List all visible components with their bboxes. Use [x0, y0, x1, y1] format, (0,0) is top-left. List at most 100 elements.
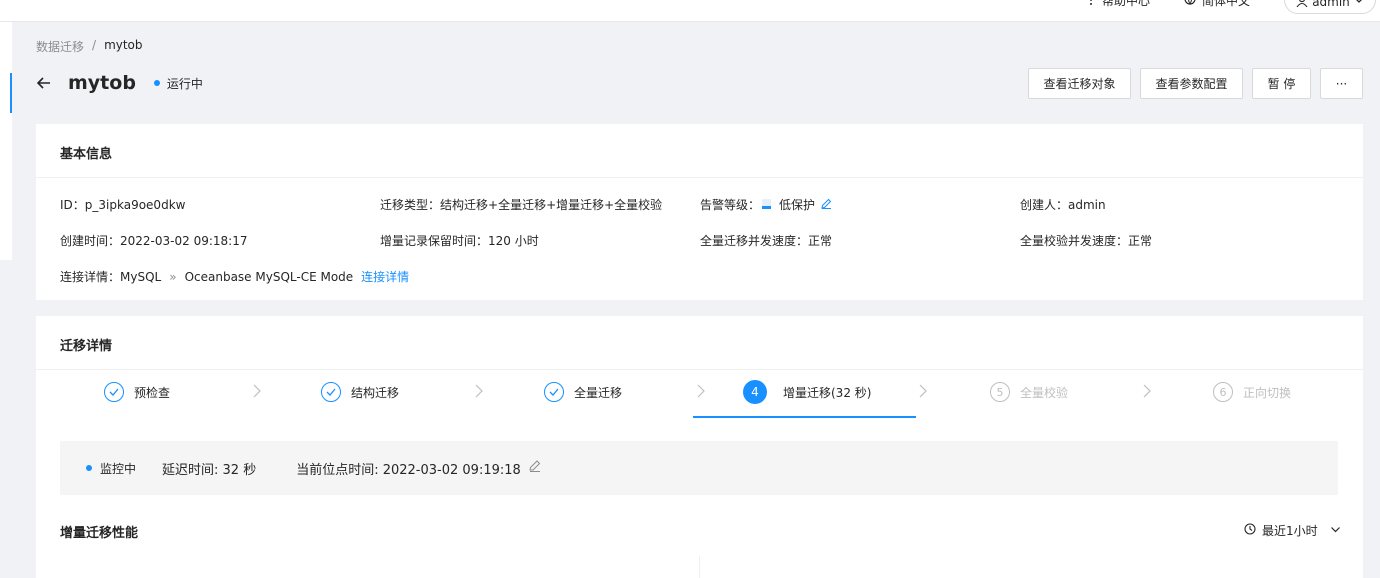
- info-connection: 连接详情： MySQL » Oceanbase MySQL-CE Mode 连接…: [60, 268, 409, 285]
- card-divider: [36, 177, 1363, 178]
- page-title: mytob: [68, 72, 136, 94]
- info-alarm-label: 告警等级：: [700, 198, 761, 212]
- info-id-value: p_3ipka9oe0dkw: [84, 197, 186, 212]
- monitor-bar: 监控中 延迟时间: 32 秒 当前位点时间: 2022-03-02 09:19:…: [60, 441, 1338, 495]
- step-label: 全量校验: [1020, 385, 1069, 400]
- info-conn-arrow: »: [169, 269, 177, 284]
- status-dot: [153, 80, 160, 86]
- step-label: 全量迁移: [574, 385, 623, 400]
- help-center-link[interactable]: 帮助中心: [1086, 0, 1150, 9]
- delay-info: 延迟时间: 32 秒: [162, 459, 256, 478]
- edit-alarm-icon[interactable]: [821, 198, 832, 212]
- basic-info-title: 基本信息: [60, 147, 113, 162]
- chevron-right-icon: [475, 384, 483, 398]
- step-switchover[interactable]: 6 正向切换: [1213, 382, 1291, 402]
- monitor-status-text: 监控中: [100, 461, 137, 476]
- monitor-status: 监控中: [86, 460, 136, 477]
- info-created-value: 2022-03-02 09:18:17: [120, 233, 248, 248]
- breadcrumb-separator: /: [92, 38, 97, 52]
- view-objects-button[interactable]: 查看迁移对象: [1028, 68, 1131, 99]
- migration-detail-card: 迁移详情 预检查 结构迁移 全量迁移 4 增量迁移(32 秒) 5 全量校验 6…: [36, 316, 1363, 578]
- check-icon: [321, 382, 341, 402]
- step-label: 增量迁移(32 秒): [783, 385, 872, 400]
- step-precheck[interactable]: 预检查: [104, 382, 170, 402]
- info-check-speed-label: 全量校验并发速度：: [1020, 234, 1129, 248]
- info-type: 迁移类型： 结构迁移+全量迁移+增量迁移+全量校验: [380, 196, 662, 213]
- chevron-down-icon: [1354, 0, 1364, 9]
- migration-detail-title: 迁移详情: [60, 339, 113, 354]
- page-header: mytob 运行中: [36, 72, 203, 94]
- clock-icon: [1244, 523, 1256, 538]
- info-id-label: ID：: [60, 198, 85, 212]
- help-icon: [1086, 0, 1096, 9]
- breadcrumb-parent[interactable]: 数据迁移: [36, 38, 84, 55]
- info-conn-label: 连接详情：: [60, 270, 121, 284]
- step-number-badge: 4: [743, 380, 767, 404]
- user-menu[interactable]: admin: [1284, 0, 1376, 14]
- position-info: 当前位点时间: 2022-03-02 09:19:18: [296, 459, 541, 478]
- sidebar-edge: [0, 22, 12, 260]
- step-number-badge: 5: [990, 382, 1010, 402]
- step-label: 结构迁移: [351, 385, 400, 400]
- info-type-value: 结构迁移+全量迁移+增量迁移+全量校验: [440, 198, 663, 212]
- chevron-down-icon: [1330, 524, 1341, 538]
- time-range-label: 最近1小时: [1262, 524, 1318, 538]
- edit-position-icon[interactable]: [529, 460, 541, 476]
- more-button[interactable]: ···: [1320, 68, 1363, 99]
- connection-detail-link[interactable]: 连接详情: [361, 268, 409, 285]
- chevron-right-icon: [253, 384, 261, 398]
- info-creator-value: admin: [1068, 197, 1106, 212]
- info-type-label: 迁移类型：: [380, 198, 441, 212]
- info-created: 创建时间： 2022-03-02 09:18:17: [60, 232, 247, 249]
- status-badge: 运行中: [153, 75, 203, 92]
- globe-icon: [1184, 0, 1196, 8]
- step-label: 预检查: [134, 385, 171, 400]
- step-schema[interactable]: 结构迁移: [321, 382, 399, 402]
- perf-title: 增量迁移性能: [60, 526, 139, 541]
- info-retention: 增量记录保留时间： 120 小时: [380, 232, 539, 249]
- step-number-badge: 6: [1213, 382, 1233, 402]
- top-bar: 帮助中心 简体中文 admin: [0, 0, 1380, 22]
- delay-text: 延迟时间: 32 秒: [162, 462, 257, 478]
- user-name: admin: [1312, 0, 1350, 9]
- info-id: ID： p_3ipka9oe0dkw: [60, 196, 185, 213]
- info-conn-target: Oceanbase MySQL-CE Mode: [184, 269, 354, 284]
- step-full[interactable]: 全量迁移: [544, 382, 622, 402]
- sidebar-active-indicator: [10, 73, 12, 113]
- header-actions: 查看迁移对象 查看参数配置 暂 停 ···: [1028, 68, 1363, 99]
- check-icon: [544, 382, 564, 402]
- info-conn-source: MySQL: [120, 269, 162, 284]
- step-incremental[interactable]: 4 增量迁移(32 秒): [743, 380, 871, 404]
- language-switch[interactable]: 简体中文: [1184, 0, 1250, 9]
- time-range-select[interactable]: 最近1小时: [1244, 522, 1341, 539]
- info-retention-label: 增量记录保留时间：: [380, 234, 489, 248]
- back-arrow-icon[interactable]: [36, 75, 52, 91]
- step-verify[interactable]: 5 全量校验: [990, 382, 1068, 402]
- check-icon: [104, 382, 124, 402]
- info-full-speed-value: 正常: [808, 234, 833, 248]
- breadcrumb-current: mytob: [104, 38, 143, 52]
- info-retention-value: 120 小时: [488, 234, 539, 248]
- active-step-underline: [693, 416, 916, 418]
- info-creator: 创建人： admin: [1020, 196, 1106, 213]
- position-text: 当前位点时间: 2022-03-02 09:19:18: [296, 462, 521, 478]
- info-creator-label: 创建人：: [1020, 198, 1069, 212]
- language-label: 简体中文: [1202, 0, 1251, 8]
- view-params-button[interactable]: 查看参数配置: [1140, 68, 1243, 99]
- info-alarm: 告警等级： 低保护: [700, 196, 832, 213]
- info-created-label: 创建时间：: [60, 234, 121, 248]
- migration-steps: 预检查 结构迁移 全量迁移 4 增量迁移(32 秒) 5 全量校验 6 正向切换: [36, 370, 1363, 418]
- alarm-level-icon: [762, 198, 772, 212]
- chevron-right-icon: [1143, 384, 1151, 398]
- info-check-speed-value: 正常: [1128, 234, 1153, 248]
- chevron-right-icon: [697, 384, 705, 398]
- help-center-label: 帮助中心: [1102, 0, 1151, 8]
- chevron-right-icon: [919, 384, 927, 398]
- pause-button[interactable]: 暂 停: [1252, 68, 1311, 99]
- step-label: 正向切换: [1243, 385, 1292, 400]
- user-icon: [1296, 0, 1308, 10]
- info-check-speed: 全量校验并发速度： 正常: [1020, 232, 1152, 249]
- monitor-dot: [86, 465, 92, 471]
- breadcrumb: 数据迁移 / mytob: [36, 38, 143, 55]
- info-alarm-value: 低保护: [779, 198, 816, 212]
